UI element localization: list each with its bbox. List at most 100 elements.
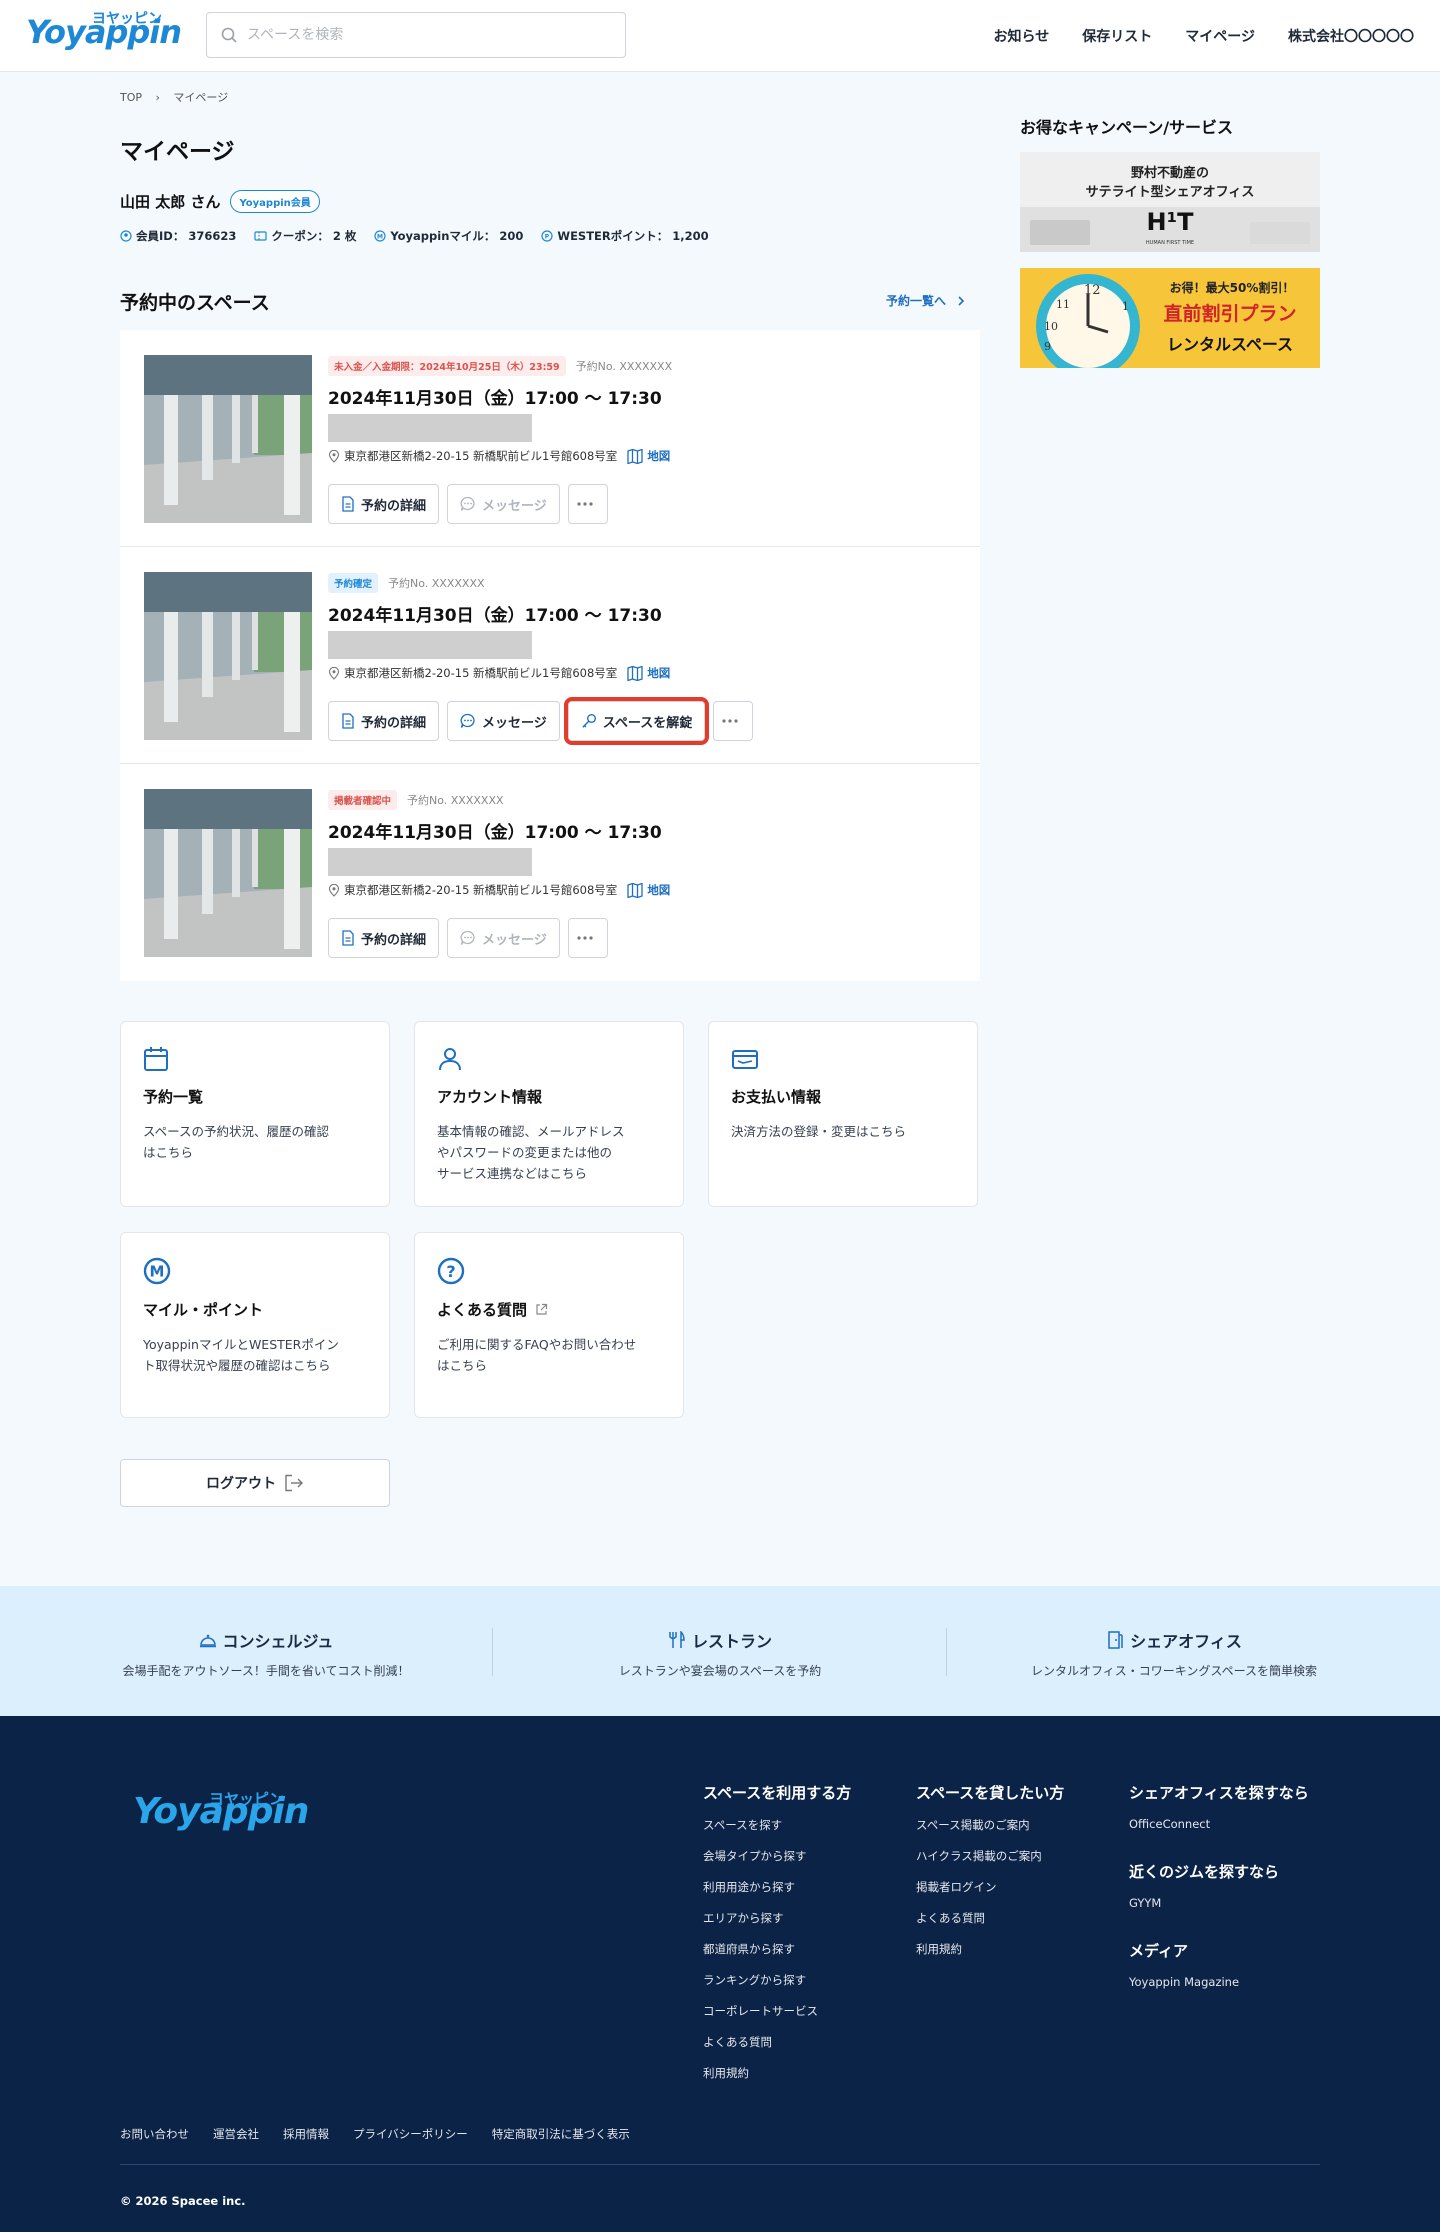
card-desc: ご利用に関するFAQやお問い合わせ はこちら bbox=[437, 1337, 637, 1373]
footer-col-title: メディア bbox=[1129, 1942, 1188, 1960]
footer-link[interactable]: スペースを探す bbox=[703, 1817, 851, 1833]
footer-link[interactable]: 利用用途から探す bbox=[703, 1879, 851, 1895]
service-concierge[interactable]: コンシェルジュ 会場手配をアウトソース！手間を省いてコスト削減！ bbox=[40, 1628, 492, 1679]
map-icon bbox=[627, 448, 643, 464]
more-options-button[interactable] bbox=[567, 484, 608, 524]
reservation-address: 東京都港区新橋2-20-15 新橋駅前ビル1号館608号室 地図 bbox=[328, 665, 670, 681]
footer-link-company[interactable]: 運営会社 bbox=[213, 2126, 259, 2142]
footer-link[interactable]: スペース掲載のご案内 bbox=[916, 1817, 1064, 1833]
clock-numeral: 1 bbox=[1122, 300, 1129, 313]
footer-link-tokushoho[interactable]: 特定商取引法に基づく表示 bbox=[492, 2126, 630, 2142]
footer-link[interactable]: 都道府県から探す bbox=[703, 1941, 851, 1957]
stat-coupon: クーポン： 2 枚 bbox=[254, 228, 356, 244]
copyright: © 2026 Spacee inc. bbox=[120, 2194, 246, 2208]
footer-link[interactable]: よくある質問 bbox=[703, 2034, 851, 2050]
stat-miles: M Yoyappinマイル： 200 bbox=[374, 228, 523, 244]
message-button[interactable]: メッセージ bbox=[447, 701, 560, 741]
service-share-office[interactable]: シェアオフィス レンタルオフィス・コワーキングスペースを簡単検索 bbox=[948, 1628, 1400, 1679]
search-box[interactable] bbox=[206, 12, 626, 58]
card-payment-info[interactable]: お支払い情報 決済方法の登録・変更はこちら bbox=[708, 1021, 978, 1207]
footer-link[interactable]: 会場タイプから探す bbox=[703, 1848, 851, 1864]
footer-bottom-links: お問い合わせ 運営会社 採用情報 プライバシーポリシー 特定商取引法に基づく表示 bbox=[120, 2126, 654, 2142]
reservation-actions: 予約の詳細 メッセージ bbox=[328, 918, 616, 958]
reservation-address: 東京都港区新橋2-20-15 新橋駅前ビル1号館608号室 地図 bbox=[328, 448, 670, 464]
card-miles-points[interactable]: M マイル・ポイント YoyappinマイルとWESTERポイン ト取得状況や履… bbox=[120, 1232, 390, 1418]
footer-link-recruit[interactable]: 採用情報 bbox=[283, 2126, 329, 2142]
reservation-detail-button[interactable]: 予約の詳細 bbox=[328, 484, 440, 524]
card-reservation-list[interactable]: 予約一覧 スペースの予約状況、履歴の確認 はこちら bbox=[120, 1021, 390, 1207]
footer-link[interactable]: コーポレートサービス bbox=[703, 2003, 851, 2019]
status-badge: 掲載者確認中 bbox=[328, 790, 398, 810]
footer-link[interactable]: エリアから探す bbox=[703, 1910, 851, 1926]
logout-button[interactable]: ログアウト bbox=[120, 1459, 390, 1507]
logo[interactable]: Yoyappin ヨヤッピン bbox=[26, 11, 182, 52]
map-icon bbox=[627, 882, 643, 898]
nav-company[interactable]: 株式会社〇〇〇〇〇 bbox=[1288, 26, 1414, 46]
nav-news[interactable]: お知らせ bbox=[994, 26, 1050, 46]
reservation-datetime: 2024年11月30日（金）17:00 〜 17:30 bbox=[328, 606, 662, 626]
map-link[interactable]: 地図 bbox=[627, 882, 670, 898]
reservation-detail-button[interactable]: 予約の詳細 bbox=[328, 918, 440, 958]
message-button[interactable]: メッセージ bbox=[447, 918, 560, 958]
campaign-banner-hit[interactable]: 野村不動産の サテライト型シェアオフィス H¹T HUMAN FIRST TIM… bbox=[1020, 152, 1320, 252]
card-title: マイル・ポイント bbox=[143, 1301, 264, 1319]
breadcrumb-top[interactable]: TOP bbox=[120, 91, 142, 104]
banner-line3: レンタルスペース bbox=[1167, 335, 1293, 354]
view-all-reservations-link[interactable]: 予約一覧へ bbox=[886, 292, 968, 309]
reservation-number: 予約No. XXXXXXX bbox=[407, 794, 504, 807]
footer-link[interactable]: ランキングから探す bbox=[703, 1972, 851, 1988]
space-photo[interactable] bbox=[144, 355, 312, 523]
clock-numeral: 10 bbox=[1044, 320, 1058, 333]
cutlery-icon bbox=[669, 1631, 685, 1648]
user-icon bbox=[439, 1048, 461, 1071]
card-title: アカウント情報 bbox=[437, 1088, 543, 1106]
message-button[interactable]: メッセージ bbox=[447, 484, 560, 524]
reservations-title: 予約中のスペース bbox=[120, 292, 270, 314]
reservation-status: 未入金／入金期限：2024年10月25日（木）23:59 予約No. XXXXX… bbox=[328, 356, 672, 376]
footer-link-privacy[interactable]: プライバシーポリシー bbox=[353, 2126, 468, 2142]
nav-saved[interactable]: 保存リスト bbox=[1082, 26, 1152, 46]
clock-numeral: 9 bbox=[1044, 340, 1051, 353]
footer-link[interactable]: OfficeConnect bbox=[1129, 1817, 1309, 1831]
footer-link[interactable]: Yoyappin Magazine bbox=[1129, 1975, 1309, 1989]
card-account-info[interactable]: アカウント情報 基本情報の確認、メールアドレス やパスワードの変更または他の サ… bbox=[414, 1021, 684, 1207]
reservation-detail-button[interactable]: 予約の詳細 bbox=[328, 701, 440, 741]
reservation-status: 予約確定 予約No. XXXXXXX bbox=[328, 573, 485, 593]
footer-link[interactable]: 利用規約 bbox=[916, 1941, 1064, 1957]
map-link[interactable]: 地図 bbox=[627, 665, 670, 681]
space-name-placeholder bbox=[328, 848, 532, 876]
logout-icon bbox=[285, 1474, 303, 1492]
footer-link[interactable]: 利用規約 bbox=[703, 2065, 851, 2081]
nav-mypage[interactable]: マイページ bbox=[1185, 26, 1255, 46]
footer-col-other: シェアオフィスを探すなら OfficeConnect 近くのジムを探すなら GY… bbox=[1129, 1782, 1309, 2004]
search-input[interactable] bbox=[247, 27, 607, 43]
space-photo[interactable] bbox=[144, 572, 312, 740]
map-link[interactable]: 地図 bbox=[627, 448, 670, 464]
footer-col-title: スペースを利用する方 bbox=[703, 1784, 852, 1802]
more-options-button[interactable] bbox=[567, 918, 608, 958]
campaign-banner-discount[interactable]: 12 10 9 11 1 お得！最大50%割引！ 直前割引プラン レンタルスペー… bbox=[1020, 268, 1320, 368]
reservation-actions: 予約の詳細 メッセージ bbox=[328, 484, 616, 524]
reservation-datetime: 2024年11月30日（金）17:00 〜 17:30 bbox=[328, 389, 662, 409]
footer-link[interactable]: よくある質問 bbox=[916, 1910, 1064, 1926]
footer-link[interactable]: 掲載者ログイン bbox=[916, 1879, 1064, 1895]
footer-link-contact[interactable]: お問い合わせ bbox=[120, 2126, 189, 2142]
user-name: 山田 太郎 さん bbox=[120, 193, 221, 211]
unlock-space-button[interactable]: スペースを解錠 bbox=[563, 697, 710, 745]
footer-link[interactable]: GYYM bbox=[1129, 1896, 1309, 1910]
question-icon: ? bbox=[437, 1257, 465, 1285]
reservation-list: 未入金／入金期限：2024年10月25日（木）23:59 予約No. XXXXX… bbox=[120, 330, 980, 981]
card-faq[interactable]: ? よくある質問 ご利用に関するFAQやお問い合わせ はこちら bbox=[414, 1232, 684, 1418]
member-badge: Yoyappin会員 bbox=[230, 190, 320, 213]
search-icon bbox=[221, 27, 237, 43]
footer-logo[interactable]: Yoyappin ヨヤッピン bbox=[133, 1790, 309, 1832]
chat-bubble-icon bbox=[460, 930, 475, 945]
footer-link[interactable]: ハイクラス掲載のご案内 bbox=[916, 1848, 1064, 1864]
breadcrumb-current: マイページ bbox=[173, 91, 229, 104]
footer-divider bbox=[120, 2164, 1320, 2165]
space-photo[interactable] bbox=[144, 789, 312, 957]
more-options-button[interactable] bbox=[713, 701, 754, 741]
service-restaurant[interactable]: レストラン レストランや宴会場のスペースを予約 bbox=[494, 1628, 946, 1679]
banner-brand: H¹T bbox=[1147, 208, 1195, 236]
reservation-item: 掲載者確認中 予約No. XXXXXXX 2024年11月30日（金）17:00… bbox=[120, 764, 980, 981]
